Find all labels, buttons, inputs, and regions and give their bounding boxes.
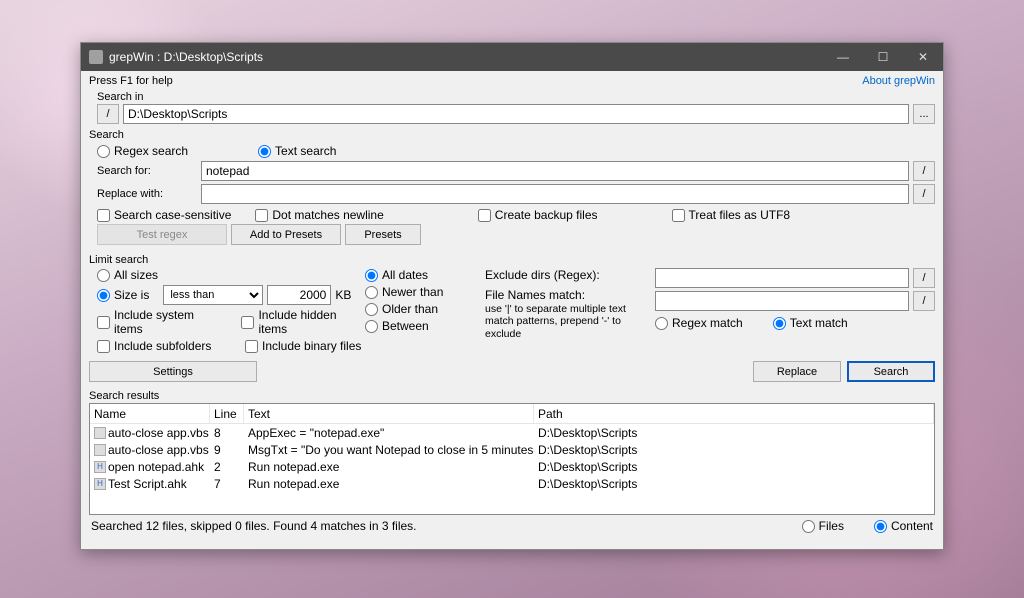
filenames-input[interactable] [655, 291, 909, 311]
all-dates-radio[interactable]: All dates [365, 268, 485, 282]
case-sensitive-check[interactable]: Search case-sensitive [97, 208, 231, 222]
client-area: Press F1 for help About grepWin Search i… [81, 71, 943, 539]
replace-with-input[interactable] [201, 184, 909, 204]
match-text: Run notepad.exe [244, 477, 534, 491]
search-for-input[interactable] [201, 161, 909, 181]
filenames-hint: use '|' to separate multiple text match … [485, 303, 649, 341]
results-header[interactable]: Name Line Text Path [90, 404, 934, 424]
file-icon: H [94, 461, 106, 473]
exclude-dirs-input[interactable] [655, 268, 909, 288]
search-in-input[interactable] [123, 104, 909, 124]
size-op-select[interactable]: less than [163, 285, 263, 305]
newer-radio[interactable]: Newer than [365, 285, 485, 299]
maximize-button[interactable]: ☐ [863, 43, 903, 71]
filenames-label: File Names match: [485, 288, 649, 302]
file-name: auto-close app.vbs [108, 443, 209, 457]
file-path: D:\Desktop\Scripts [534, 477, 934, 491]
window-title: grepWin : D:\Desktop\Scripts [109, 50, 823, 64]
file-name: open notepad.ahk [108, 460, 204, 474]
table-row[interactable]: auto-close app.vbs9MsgTxt = "Do you want… [90, 441, 934, 458]
file-path: D:\Desktop\Scripts [534, 443, 934, 457]
include-system-check[interactable]: Include system items [97, 308, 221, 336]
line-number: 8 [210, 426, 244, 440]
regex-match-radio[interactable]: Regex match [655, 316, 743, 330]
search-for-history-button[interactable]: / [913, 161, 935, 181]
file-icon: H [94, 478, 106, 490]
col-line: Line [210, 404, 244, 423]
status-text: Searched 12 files, skipped 0 files. Foun… [91, 519, 417, 533]
results-label: Search results [89, 390, 935, 402]
dot-newline-check[interactable]: Dot matches newline [255, 208, 383, 222]
size-is-radio[interactable]: Size is [97, 288, 149, 302]
app-icon [89, 50, 103, 64]
text-match-radio[interactable]: Text match [773, 316, 848, 330]
replace-with-history-button[interactable]: / [913, 184, 935, 204]
grepwin-window: grepWin : D:\Desktop\Scripts — ☐ ✕ Press… [80, 42, 944, 550]
search-for-label: Search for: [97, 165, 197, 177]
search-in-history-button[interactable]: / [97, 104, 119, 124]
table-row[interactable]: Hopen notepad.ahk 2 Run notepad.exeD:\Des… [90, 458, 934, 475]
match-text: MsgTxt = "Do you want Notepad to close i… [244, 443, 534, 457]
between-radio[interactable]: Between [365, 319, 485, 333]
replace-with-label: Replace with: [97, 188, 197, 200]
include-hidden-check[interactable]: Include hidden items [241, 308, 365, 336]
search-in-label: Search in [97, 91, 935, 103]
all-sizes-radio[interactable]: All sizes [97, 268, 365, 282]
size-unit-label: KB [335, 288, 351, 302]
line-number: 9 [210, 443, 244, 457]
col-path: Path [534, 404, 934, 423]
results-list[interactable]: Name Line Text Path auto-close app.vbs8A… [89, 403, 935, 515]
match-text: Run notepad.exe [244, 460, 534, 474]
browse-button[interactable]: ... [913, 104, 935, 124]
file-name: auto-close app.vbs [108, 426, 209, 440]
filenames-history-button[interactable]: / [913, 291, 935, 311]
include-subfolders-check[interactable]: Include subfolders [97, 339, 225, 353]
file-path: D:\Desktop\Scripts [534, 426, 934, 440]
size-value-input[interactable] [267, 285, 331, 305]
backup-check[interactable]: Create backup files [478, 208, 598, 222]
exclude-dirs-label: Exclude dirs (Regex): [485, 268, 649, 282]
table-row[interactable]: HTest Script.ahk 7 Run notepad.exeD:\Desk… [90, 475, 934, 492]
regex-search-radio[interactable]: Regex search [97, 144, 188, 158]
match-text: AppExec = "notepad.exe" [244, 426, 534, 440]
settings-button[interactable]: Settings [89, 361, 257, 382]
file-name: Test Script.ahk [108, 477, 187, 491]
line-number: 7 [210, 477, 244, 491]
titlebar[interactable]: grepWin : D:\Desktop\Scripts — ☐ ✕ [81, 43, 943, 71]
help-hint: Press F1 for help [89, 75, 173, 87]
search-group-label: Search [89, 129, 935, 141]
files-view-radio[interactable]: Files [802, 519, 844, 533]
col-text: Text [244, 404, 534, 423]
exclude-dirs-history-button[interactable]: / [913, 268, 935, 288]
add-presets-button[interactable]: Add to Presets [231, 224, 341, 245]
file-path: D:\Desktop\Scripts [534, 460, 934, 474]
presets-button[interactable]: Presets [345, 224, 421, 245]
about-link[interactable]: About grepWin [862, 75, 935, 87]
line-number: 2 [210, 460, 244, 474]
file-icon [94, 444, 106, 456]
table-row[interactable]: auto-close app.vbs8AppExec = "notepad.ex… [90, 424, 934, 441]
minimize-button[interactable]: — [823, 43, 863, 71]
file-icon [94, 427, 106, 439]
limit-group-label: Limit search [89, 254, 935, 266]
replace-button[interactable]: Replace [753, 361, 841, 382]
col-name: Name [90, 404, 210, 423]
text-search-radio[interactable]: Text search [258, 144, 336, 158]
include-binary-check[interactable]: Include binary files [245, 339, 361, 353]
content-view-radio[interactable]: Content [874, 519, 933, 533]
close-button[interactable]: ✕ [903, 43, 943, 71]
utf8-check[interactable]: Treat files as UTF8 [672, 208, 791, 222]
older-radio[interactable]: Older than [365, 302, 485, 316]
test-regex-button[interactable]: Test regex [97, 224, 227, 245]
search-button[interactable]: Search [847, 361, 935, 382]
